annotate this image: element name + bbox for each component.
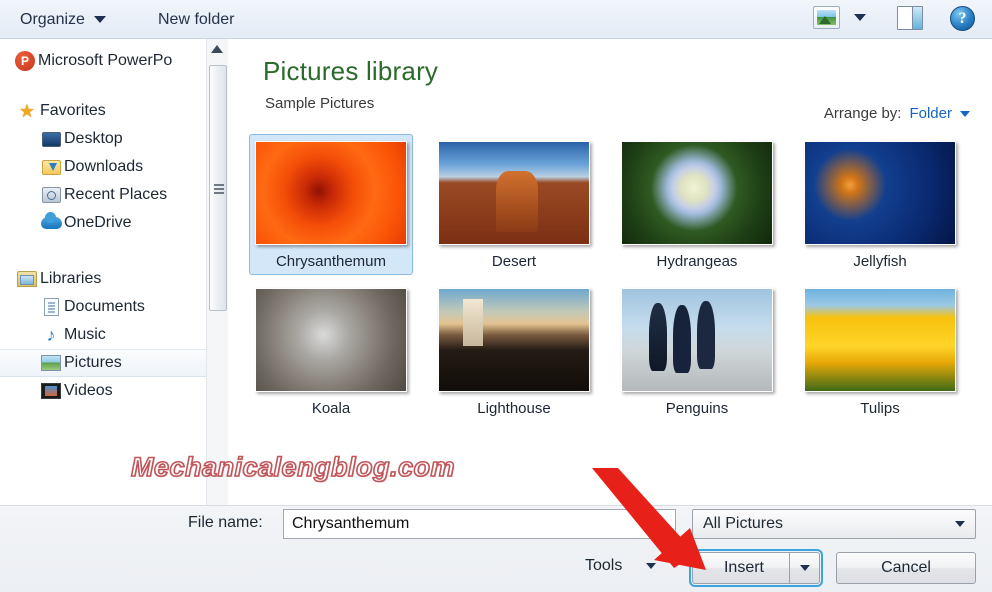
- navigation-pane-scrollbar[interactable]: [206, 39, 228, 505]
- preview-pane-icon: [897, 6, 923, 30]
- chevron-down-icon: [93, 16, 106, 23]
- sidebar-group-label: Libraries: [40, 270, 102, 287]
- file-item-label: Jellyfish: [853, 253, 907, 270]
- watermark-text: Mechanicalengblog.com: [130, 451, 456, 483]
- sidebar-item-label: Microsoft PowerPo: [38, 52, 173, 69]
- sidebar-item-recent-places[interactable]: Recent Places: [0, 181, 227, 209]
- sidebar-group-favorites[interactable]: ★ Favorites: [0, 97, 227, 125]
- chevron-down-icon: [960, 110, 970, 117]
- file-name-input[interactable]: [283, 509, 676, 539]
- sidebar-item-label: Pictures: [64, 354, 122, 371]
- insert-dropdown-toggle[interactable]: [789, 553, 819, 583]
- chevron-down-icon: [646, 563, 657, 569]
- file-type-dropdown[interactable]: All Pictures: [692, 509, 976, 539]
- navigation-pane[interactable]: P Microsoft PowerPo ★ Favorites Desktop …: [0, 39, 228, 505]
- libraries-icon: [14, 271, 40, 287]
- arrange-by-value: Folder: [909, 105, 952, 122]
- sidebar-item-pictures[interactable]: Pictures: [0, 349, 227, 377]
- cancel-button[interactable]: Cancel: [836, 552, 976, 584]
- sidebar-item-videos[interactable]: Videos: [0, 377, 227, 405]
- pictures-icon: [38, 355, 64, 371]
- sidebar-item-onedrive[interactable]: OneDrive: [0, 209, 227, 237]
- file-type-value: All Pictures: [703, 515, 784, 532]
- arrange-by-label: Arrange by:: [823, 105, 902, 122]
- new-folder-label: New folder: [158, 10, 235, 28]
- sidebar-item-microsoft-powerpoint[interactable]: P Microsoft PowerPo: [0, 47, 227, 75]
- scroll-up-arrow-icon[interactable]: [211, 45, 223, 53]
- thumbnail-image: [438, 141, 590, 245]
- star-icon: ★: [18, 101, 36, 121]
- powerpoint-icon: P: [12, 51, 38, 71]
- sidebar-item-label: Videos: [64, 382, 113, 399]
- views-icon: [813, 6, 840, 29]
- sidebar-item-label: Recent Places: [64, 186, 168, 203]
- chevron-down-icon: [854, 14, 866, 21]
- page-title: Pictures library: [263, 56, 439, 86]
- music-note-icon: ♪: [46, 325, 56, 345]
- help-button[interactable]: ?: [950, 6, 975, 31]
- sidebar-group-libraries[interactable]: Libraries: [0, 265, 227, 293]
- sidebar-item-label: Documents: [64, 298, 145, 315]
- insert-label: Insert: [723, 559, 764, 576]
- thumbnail-image: [438, 288, 590, 392]
- file-item-tulips[interactable]: Tulips: [798, 281, 962, 422]
- new-folder-button[interactable]: New folder: [152, 7, 240, 32]
- thumbnail-image: [804, 288, 956, 392]
- file-name-label: File name:: [188, 514, 263, 531]
- insert-button[interactable]: Insert: [689, 549, 823, 587]
- chevron-down-icon: [799, 565, 810, 571]
- file-item-label: Tulips: [860, 400, 900, 417]
- file-item-label: Lighthouse: [477, 400, 551, 417]
- file-item-koala[interactable]: Koala: [249, 281, 413, 422]
- file-item-penguins[interactable]: Penguins: [615, 281, 779, 422]
- documents-icon: [38, 298, 64, 316]
- page-subtitle: Sample Pictures: [265, 95, 375, 112]
- scrollbar-grip-icon: [214, 184, 224, 186]
- thumbnail-image: [621, 288, 773, 392]
- sidebar-item-documents[interactable]: Documents: [0, 293, 227, 321]
- sidebar-item-desktop[interactable]: Desktop: [0, 125, 227, 153]
- thumbnail-image: [804, 141, 956, 245]
- file-item-desert[interactable]: Desert: [432, 134, 596, 275]
- file-item-label: Desert: [491, 253, 537, 270]
- file-item-label: Penguins: [665, 400, 729, 417]
- sidebar-item-label: Music: [64, 326, 106, 343]
- file-item-hydrangeas[interactable]: Hydrangeas: [615, 134, 779, 275]
- onedrive-cloud-icon: [38, 212, 64, 229]
- sidebar-item-downloads[interactable]: Downloads: [0, 153, 227, 181]
- views-button[interactable]: [813, 6, 866, 29]
- file-item-lighthouse[interactable]: Lighthouse: [432, 281, 596, 422]
- cancel-label: Cancel: [881, 559, 931, 576]
- recent-places-icon: [38, 187, 64, 203]
- thumbnail-grid: Chrysanthemum Desert Hydrangeas Jellyfis…: [249, 134, 989, 422]
- dialog-toolbar: Organize New folder ?: [0, 0, 992, 39]
- sidebar-group-label: Favorites: [40, 102, 106, 119]
- preview-pane-button[interactable]: [897, 6, 923, 30]
- thumbnail-image: [255, 288, 407, 392]
- file-list-pane: Pictures library Sample Pictures Arrange…: [229, 39, 992, 505]
- file-item-label: Hydrangeas: [656, 253, 738, 270]
- thumbnail-image: [255, 141, 407, 245]
- help-icon: ?: [950, 6, 975, 31]
- organize-label: Organize: [20, 10, 85, 28]
- file-item-label: Chrysanthemum: [275, 253, 387, 270]
- organize-button[interactable]: Organize: [14, 7, 112, 32]
- sidebar-item-label: Downloads: [64, 158, 144, 175]
- arrange-by-control[interactable]: Arrange by: Folder: [824, 105, 970, 122]
- tools-button[interactable]: Tools: [585, 557, 657, 575]
- file-item-label: Koala: [311, 400, 351, 417]
- file-open-dialog: Organize New folder ? P Microsoft PowerP…: [0, 0, 992, 592]
- scrollbar-thumb[interactable]: [209, 65, 227, 311]
- sidebar-item-label: Desktop: [64, 130, 123, 147]
- sidebar-item-label: OneDrive: [64, 214, 132, 231]
- desktop-icon: [38, 131, 64, 147]
- file-item-chrysanthemum[interactable]: Chrysanthemum: [249, 134, 413, 275]
- downloads-icon: [38, 159, 64, 175]
- sidebar-item-music[interactable]: ♪ Music: [0, 321, 227, 349]
- videos-icon: [38, 383, 64, 399]
- thumbnail-image: [621, 141, 773, 245]
- chevron-down-icon: [955, 521, 965, 527]
- file-item-jellyfish[interactable]: Jellyfish: [798, 134, 962, 275]
- tools-label: Tools: [585, 557, 623, 574]
